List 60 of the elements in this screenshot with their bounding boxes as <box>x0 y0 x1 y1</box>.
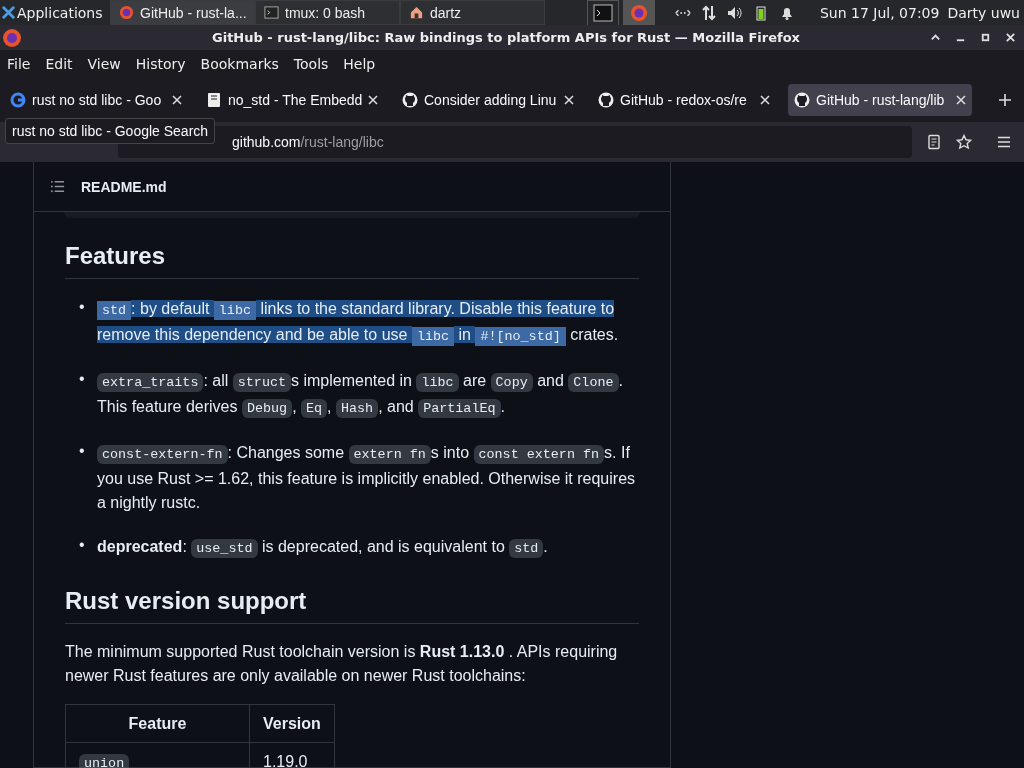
firefox-icon[interactable] <box>623 0 655 26</box>
close-icon[interactable] <box>956 94 966 105</box>
browser-tab[interactable]: GitHub - redox-os/re <box>592 83 776 116</box>
applications-menu[interactable]: Applications <box>0 0 110 25</box>
terminal-icon[interactable] <box>587 0 619 26</box>
book-icon <box>206 91 222 108</box>
column-header: Feature <box>65 704 250 743</box>
paragraph: The minimum supported Rust toolchain version is Rust 1.13.0 . APIs requiring newer Rust features are only available on newer Rust toolchains: <box>65 642 619 686</box>
bullet: • <box>79 369 86 389</box>
section-heading: Rust version support <box>65 587 639 624</box>
firefox-icon <box>2 27 22 48</box>
new-tab-icon[interactable] <box>998 92 1012 107</box>
section-heading: Features <box>65 242 639 279</box>
browser-tab[interactable]: no_std - The Embedd <box>200 83 384 116</box>
column-header: Version <box>249 704 335 743</box>
menu-item[interactable]: History <box>128 55 194 72</box>
firefox-icon <box>119 5 134 20</box>
taskbar-task[interactable]: tmux: 0 bash <box>255 0 400 25</box>
close-icon[interactable] <box>760 94 770 105</box>
feature-item: extra_traits : all struct s implemented in libc are Copy and Clone . This feature derives Debug , Eq , Hash , and PartialEq . <box>97 371 624 420</box>
terminal-icon <box>264 5 279 20</box>
x-logo-icon <box>2 6 15 19</box>
menu-item[interactable]: File <box>0 55 39 72</box>
table-cell: union <box>79 753 130 768</box>
star-icon[interactable] <box>956 134 972 150</box>
taskbar-task[interactable]: GitHub - rust-la... <box>110 0 255 25</box>
menu-item[interactable]: Tools <box>286 55 337 72</box>
bullet: • <box>79 441 86 461</box>
reader-view-icon[interactable] <box>926 134 942 150</box>
feature-item: const-extern-fn : Changes some extern fn s into const extern fn s. If you use Rust >= 1.62, this feature is implicitly enabled. Otherwise it requires a nightly rustc. <box>97 443 637 513</box>
menu-item[interactable]: Help <box>336 55 384 72</box>
bullet: • <box>79 535 86 555</box>
taskbar-task[interactable]: dartz <box>400 0 545 25</box>
browser-tab[interactable]: GitHub - rust-lang/lib <box>788 83 972 116</box>
menu-item[interactable]: View <box>80 55 129 72</box>
google-g-icon <box>10 91 26 108</box>
maximize-icon[interactable] <box>980 32 991 43</box>
close-icon[interactable] <box>172 94 182 105</box>
file-name: README.md <box>81 178 167 195</box>
close-icon[interactable] <box>564 94 574 105</box>
browser-tab[interactable]: rust no std libc - Goo <box>4 83 188 116</box>
window-title: GitHub - rust-lang/libc: Raw bindings to platform APIs for Rust — Mozilla Firefox <box>211 30 801 45</box>
tab-tooltip: rust no std libc - Google Search <box>5 118 216 144</box>
collapse-icon[interactable] <box>930 32 941 43</box>
menu-item[interactable]: Bookmarks <box>193 55 287 72</box>
clock[interactable]: Sun 17 Jul, 07:09 <box>819 4 940 21</box>
menu-item[interactable]: Edit <box>38 55 81 72</box>
github-icon <box>598 91 614 108</box>
feature-item: deprecated: use_std is deprecated, and is equivalent to std . <box>97 537 549 560</box>
close-icon[interactable] <box>1005 32 1016 43</box>
feature-item: std : by default libc links to the standard library. Disable this feature to remove this dependency and be able to use libc in #![no_std] crates. <box>97 299 620 348</box>
github-icon <box>794 91 810 108</box>
github-icon <box>402 91 418 108</box>
list-icon[interactable] <box>50 179 65 194</box>
bullet: • <box>79 297 86 317</box>
user-name[interactable]: Darty uwu <box>947 4 1020 21</box>
close-icon[interactable] <box>368 94 379 105</box>
menu-icon[interactable] <box>996 134 1012 150</box>
home-icon <box>409 5 424 20</box>
browser-tab[interactable]: Consider adding Linu <box>396 83 580 116</box>
